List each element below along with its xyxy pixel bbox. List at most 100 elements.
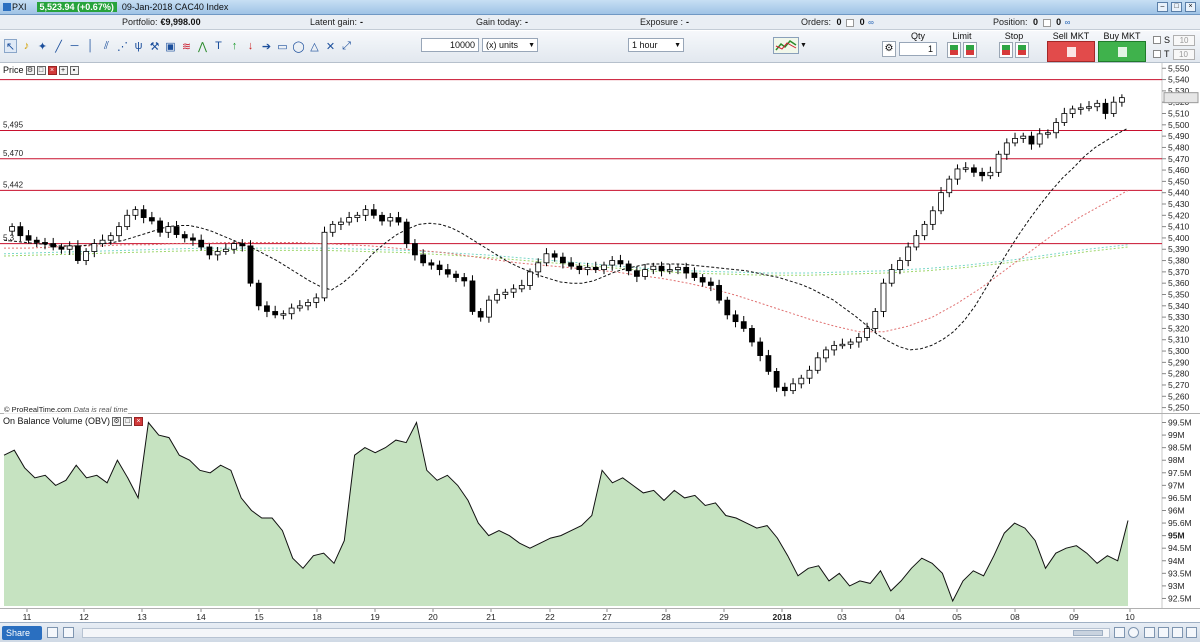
time-tick-label: 2018 [773,612,792,622]
obv-tick-label: 99.5M [1168,418,1192,428]
wrench-icon[interactable]: ⚙ [112,416,122,426]
time-tick-label: 03 [837,612,847,622]
scrollbar-thumb[interactable] [1073,630,1103,636]
candle-down [576,265,583,271]
horizontal-scrollbar[interactable] [82,628,1110,638]
scroll-left-icon[interactable] [63,627,74,638]
obv-tick-label: 98M [1168,455,1185,465]
layout-icon[interactable] [47,627,58,638]
maximize-icon[interactable]: □ [1171,2,1182,12]
expand-icon[interactable]: ▪ [69,65,79,75]
obv-chart-svg[interactable]: 92.5M 93M 93.5M 94M 94.5M 95M 95.6M 96M 96.5M 97M… [0,414,1200,608]
window-icon[interactable]: □ [123,416,133,426]
triangle-tool-icon[interactable]: △ [308,39,321,53]
time-tick-label: 04 [895,612,905,622]
time-axis[interactable]: 11 12 13 14 15 18 19 20 21 22 27 28 29 2018 03 04 05 08 09… [0,608,1200,622]
channel-tool-icon[interactable]: ⫽ [100,39,113,53]
stop-sell-button[interactable] [1015,42,1030,58]
t-checkbox[interactable] [1153,50,1161,58]
candle-up [946,178,953,194]
right-arrow-tool-icon[interactable]: ➔ [260,39,273,53]
candle-down [264,305,270,312]
candle-up [987,171,994,177]
units-type-select[interactable]: (x) units ▼ [482,38,538,52]
obv-tick-label: 97M [1168,480,1185,490]
symbol-label: PXI [12,2,27,12]
magic-tool-icon[interactable]: ✦ [36,39,49,53]
level-label: 5,495 [3,120,24,129]
candle-down [781,386,788,392]
buy-market-button[interactable] [1098,41,1146,62]
zigzag-tool-icon[interactable]: ⋀ [196,39,209,53]
text-tool-icon[interactable]: T [212,39,225,53]
pitchfork-tool-icon[interactable]: ψ [132,39,145,53]
indicators-dropdown-icon[interactable]: ▼ [800,42,807,49]
cross-tool-icon[interactable]: ✕ [324,39,337,53]
fan-tool-icon[interactable]: ⋰ [116,39,129,53]
candle-down [181,234,188,239]
bell-alert-icon[interactable]: ♪ [20,39,33,53]
horizontal-line-tool-icon[interactable]: ─ [68,39,81,53]
s-checkbox[interactable] [1153,36,1161,44]
candle-up [107,235,114,241]
add-indicator-icon[interactable]: + [58,65,68,75]
s-value-input[interactable]: 10 [1173,34,1196,46]
hammer-tool-icon[interactable]: ⚒ [148,39,161,53]
t-label: T [1164,49,1170,59]
candle-up [921,223,928,237]
candle-down [198,239,205,248]
obv-chart-panel[interactable]: On Balance Volume (OBV) ⚙ □ × 92.5M 93M 93… [0,414,1200,608]
candle-up [938,192,944,212]
rectangle-tool-icon[interactable]: ▭ [276,39,289,53]
time-tick-label: 27 [602,612,612,622]
limit-buy-button[interactable] [946,42,961,58]
settings-icon[interactable] [1186,627,1197,638]
close-panel-icon[interactable]: × [47,65,57,75]
sell-arrow-tool-icon[interactable]: ↓ [244,39,257,53]
units-quantity-input[interactable]: 10000 [421,38,479,52]
close-panel-icon[interactable]: × [134,416,144,426]
buy-arrow-tool-icon[interactable]: ↑ [228,39,241,53]
limit-sell-button[interactable] [963,42,978,58]
stop-buy-button[interactable] [998,42,1013,58]
measure-tool-icon[interactable]: ⤢ [340,39,353,53]
candle-up [929,210,936,225]
zoom-icon[interactable] [1128,627,1139,638]
scroll-right-icon[interactable] [1114,627,1125,638]
window-icon[interactable]: □ [36,65,46,75]
sell-market-button[interactable] [1047,41,1095,62]
minimize-icon[interactable]: – [1157,2,1168,12]
candle-down [17,226,24,237]
orders-detail-button[interactable] [846,18,855,27]
t-value-input[interactable]: 10 [1172,48,1195,60]
pointer-tool-icon[interactable]: ↖ [4,39,17,53]
price-chart-panel[interactable]: Price ⚙ □ × + ▪ 5,250 5,260 5,270 5,280 5,29… [0,63,1200,414]
zoom-out-icon[interactable] [1172,627,1183,638]
search-icon[interactable] [1158,627,1169,638]
position-detail-button[interactable] [1042,18,1051,27]
obv-area-fill [4,422,1128,606]
cylinder-tool-icon[interactable]: ▣ [164,39,177,53]
qty-input[interactable]: 1 [899,42,937,56]
position-link-icon[interactable]: ∞ [1065,18,1071,27]
close-icon[interactable]: × [1185,2,1196,12]
wrench-icon[interactable]: ⚙ [25,65,35,75]
vertical-line-tool-icon[interactable]: │ [84,39,97,53]
candle-up [1069,108,1076,114]
candle-down [568,262,575,267]
limit-column: Limit [942,31,982,60]
ellipse-tool-icon[interactable]: ◯ [292,39,305,53]
candle-up [995,153,1002,173]
zoom-in-icon[interactable] [1144,627,1155,638]
trendline-tool-icon[interactable]: ╱ [52,39,65,53]
fibonacci-tool-icon[interactable]: ≋ [180,39,193,53]
candle-down [444,269,451,275]
time-tick-label: 14 [196,612,206,622]
candle-up [132,209,139,216]
wrench-icon[interactable]: ⚙ [882,41,896,57]
indicators-button[interactable] [773,37,799,54]
orders-link-icon[interactable]: ∞ [868,18,874,27]
share-button[interactable]: Share [2,626,42,640]
timeframe-select[interactable]: 1 hour ▼ [628,38,684,52]
price-chart-svg[interactable]: 5,250 5,2605,2705,280 5,2905,3005,310 5,320… [0,63,1200,414]
